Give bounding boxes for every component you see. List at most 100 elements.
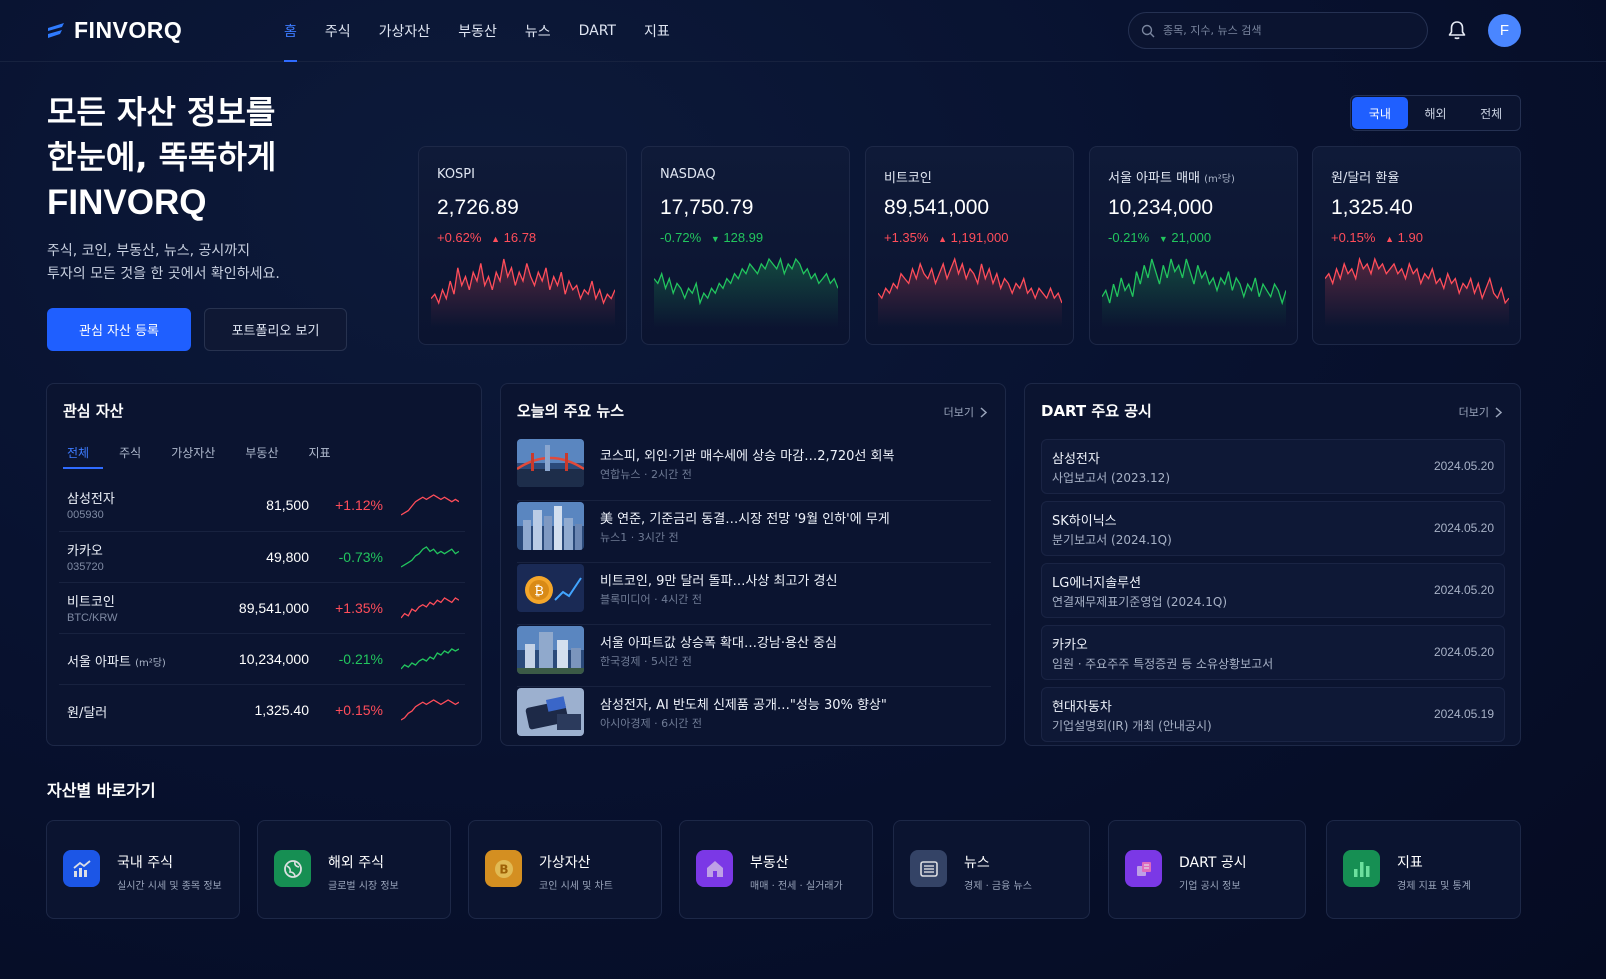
news-panel: 오늘의 주요 뉴스 더보기 코스피, 외인·기관 매수세에 상승 마감…2,72… xyxy=(500,383,1006,746)
bitcoin-icon: B xyxy=(485,850,522,887)
shortcut-card[interactable]: B 가상자산 코인 시세 및 차트 xyxy=(468,820,662,919)
watchlist-row-name: 삼성전자 xyxy=(67,488,115,507)
menu-item-stocks[interactable]: 주식 xyxy=(311,0,365,62)
shortcut-card[interactable]: 해외 주식 글로벌 시장 정보 xyxy=(257,820,451,919)
watchlist-row-unit: (m²당) xyxy=(135,658,166,669)
watchlist-row-change: -0.21% xyxy=(338,651,383,667)
shortcut-card[interactable]: 지표 경제 지표 및 통계 xyxy=(1326,820,1521,919)
menu-item-news[interactable]: 뉴스 xyxy=(511,0,565,62)
watchlist-row-name: 카카오 xyxy=(67,540,103,559)
dart-item[interactable]: 현대자동차 기업설명회(IR) 개최 (안내공시) 2024.05.19 xyxy=(1041,687,1505,742)
market-card[interactable]: 비트코인 89,541,000 +1.35% ▲ 1,191,000 xyxy=(865,146,1074,345)
watchlist-tab-stocks[interactable]: 주식 xyxy=(115,436,155,468)
news-item[interactable]: ₿ 비트코인, 9만 달러 돌파…사상 최고가 경신 블록미디어 · 4시간 전 xyxy=(517,562,991,624)
shortcut-card[interactable]: DART 공시 기업 공시 정보 xyxy=(1108,820,1306,919)
news-thumbnail[interactable] xyxy=(517,439,584,487)
news-item[interactable]: 코스피, 외인·기관 매수세에 상승 마감…2,720선 회복 연합뉴스 · 2… xyxy=(517,438,991,500)
shortcut-card[interactable]: 국내 주식 실시간 시세 및 종목 정보 xyxy=(46,820,240,919)
watchlist-row-sparkline xyxy=(401,699,459,721)
market-card-change: -0.21% ▼ 21,000 xyxy=(1108,230,1211,245)
market-card-sparkline xyxy=(878,257,1062,327)
hero-title: 모든 자산 정보를 한눈에, 똑똑하게 FINVORQ xyxy=(47,90,276,225)
shortcut-card[interactable]: 뉴스 경제 · 금융 뉴스 xyxy=(893,820,1090,919)
tab-all[interactable]: 전체 xyxy=(1463,97,1519,129)
watchlist-tab-real-estate[interactable]: 부동산 xyxy=(241,436,292,468)
news-item[interactable]: 삼성전자, AI 반도체 신제품 공개…"성능 30% 향상" 아시아경제 · … xyxy=(517,686,991,748)
logo[interactable]: FINVORQ xyxy=(46,17,182,44)
news-headline[interactable]: 삼성전자, AI 반도체 신제품 공개…"성능 30% 향상" xyxy=(600,694,887,713)
view-portfolio-button[interactable]: 포트폴리오 보기 xyxy=(204,308,347,351)
watchlist-row-name: 원/달러 xyxy=(67,702,107,721)
triangle-up-icon: ▲ xyxy=(1385,234,1394,244)
chevron-right-icon xyxy=(980,406,987,418)
dart-more-link[interactable]: 더보기 xyxy=(1459,404,1502,420)
market-card-label: KOSPI xyxy=(437,167,475,182)
shortcut-desc: 경제 · 금융 뉴스 xyxy=(964,881,1032,892)
menu-item-dart[interactable]: DART xyxy=(565,0,630,62)
search-box[interactable] xyxy=(1128,12,1428,49)
watchlist-row[interactable]: 원/달러 1,325.40 +0.15% xyxy=(59,684,465,735)
news-meta: 블록미디어 · 4시간 전 xyxy=(600,591,702,607)
dart-item[interactable]: SK하이닉스 분기보고서 (2024.1Q) 2024.05.20 xyxy=(1041,501,1505,556)
shortcuts-title: 자산별 바로가기 xyxy=(47,781,156,800)
market-card-value: 89,541,000 xyxy=(884,196,990,219)
news-headline[interactable]: 서울 아파트값 상승폭 확대…강남·용산 중심 xyxy=(600,632,837,651)
dart-title: DART 주요 공시 xyxy=(1041,402,1152,420)
watchlist-tab-crypto[interactable]: 가상자산 xyxy=(167,436,229,468)
hero-subtitle-line: 주식, 코인, 부동산, 뉴스, 공시까지 xyxy=(47,243,251,259)
dart-item[interactable]: 삼성전자 사업보고서 (2023.12) 2024.05.20 xyxy=(1041,439,1505,494)
shortcut-name: 지표 xyxy=(1397,855,1423,871)
news-thumbnail[interactable] xyxy=(517,688,584,736)
news-more-link[interactable]: 더보기 xyxy=(944,404,987,420)
shortcut-desc: 코인 시세 및 차트 xyxy=(539,881,613,892)
news-headline[interactable]: 비트코인, 9만 달러 돌파…사상 최고가 경신 xyxy=(600,570,837,589)
dart-item[interactable]: 카카오 임원ㆍ주요주주 특정증권 등 소유상황보고서 2024.05.20 xyxy=(1041,625,1505,680)
search-input[interactable] xyxy=(1163,24,1403,37)
avatar[interactable]: F xyxy=(1488,14,1521,47)
news-source: 연합뉴스 xyxy=(600,468,641,481)
watchlist-row[interactable]: 비트코인 BTC/KRW 89,541,000 +1.35% xyxy=(59,582,465,633)
market-card[interactable]: NASDAQ 17,750.79 -0.72% ▼ 128.99 xyxy=(641,146,850,345)
watchlist-tab-all[interactable]: 전체 xyxy=(63,436,104,469)
menu-item-indicators[interactable]: 지표 xyxy=(630,0,684,62)
shortcut-card[interactable]: 부동산 매매 · 전세 · 실거래가 xyxy=(679,820,873,919)
svg-text:B: B xyxy=(499,862,508,876)
market-card[interactable]: 서울 아파트 매매 (m²당) 10,234,000 -0.21% ▼ 21,0… xyxy=(1089,146,1298,345)
news-item[interactable]: 美 연준, 기준금리 동결…시장 전망 '9월 인하'에 무게 뉴스1 · 3시… xyxy=(517,500,991,562)
shortcut-name: 부동산 xyxy=(750,855,789,871)
news-headline[interactable]: 코스피, 외인·기관 매수세에 상승 마감…2,720선 회복 xyxy=(600,445,894,464)
hero-subtitle-line: 투자의 모든 것을 한 곳에서 확인하세요. xyxy=(47,266,280,282)
tab-overseas[interactable]: 해외 xyxy=(1408,97,1464,129)
dart-more-label: 더보기 xyxy=(1458,406,1489,419)
market-card-sparkline xyxy=(431,258,615,327)
bar-chart-icon xyxy=(1343,850,1380,887)
menu-item-real-estate[interactable]: 부동산 xyxy=(444,0,511,62)
news-headline[interactable]: 美 연준, 기준금리 동결…시장 전망 '9월 인하'에 무게 xyxy=(600,508,890,527)
menu-item-crypto[interactable]: 가상자산 xyxy=(365,0,445,62)
shortcut-name: 뉴스 xyxy=(964,855,990,871)
sparkline-area xyxy=(654,259,838,327)
watchlist-tabs: 전체 주식 가상자산 부동산 지표 xyxy=(63,436,357,469)
news-source: 블록미디어 xyxy=(600,593,651,606)
register-watchlist-button[interactable]: 관심 자산 등록 xyxy=(47,308,191,351)
menu-item-home[interactable]: 홈 xyxy=(270,0,311,62)
watchlist-row[interactable]: 삼성전자 005930 81,500 +1.12% xyxy=(59,480,465,531)
news-thumbnail[interactable] xyxy=(517,626,584,674)
news-item[interactable]: 서울 아파트값 상승폭 확대…강남·용산 중심 한국경제 · 5시간 전 xyxy=(517,624,991,686)
news-thumbnail[interactable]: ₿ xyxy=(517,564,584,612)
watchlist-row[interactable]: 카카오 035720 49,800 -0.73% xyxy=(59,531,465,582)
dart-item[interactable]: LG에너지솔루션 연결재무제표기준영업 (2024.1Q) 2024.05.20 xyxy=(1041,563,1505,618)
news-thumbnail[interactable] xyxy=(517,502,584,550)
market-card[interactable]: KOSPI 2,726.89 +0.62% ▲ 16.78 xyxy=(418,146,627,345)
watchlist-row-price: 10,234,000 xyxy=(238,651,309,667)
watchlist-tab-indicators[interactable]: 지표 xyxy=(304,436,344,468)
shortcut-name: DART 공시 xyxy=(1179,855,1247,871)
watchlist-row-change: +1.12% xyxy=(335,497,383,513)
news-time: 2시간 전 xyxy=(650,468,692,481)
watchlist-row[interactable]: 서울 아파트 (m²당) 10,234,000 -0.21% xyxy=(59,633,465,684)
bell-icon[interactable] xyxy=(1446,19,1468,41)
market-card[interactable]: 원/달러 환율 1,325.40 +0.15% ▲ 1.90 xyxy=(1312,146,1521,345)
market-card-label: 비트코인 xyxy=(884,167,932,186)
tab-domestic[interactable]: 국내 xyxy=(1352,97,1408,129)
shortcut-name: 가상자산 xyxy=(539,855,591,871)
